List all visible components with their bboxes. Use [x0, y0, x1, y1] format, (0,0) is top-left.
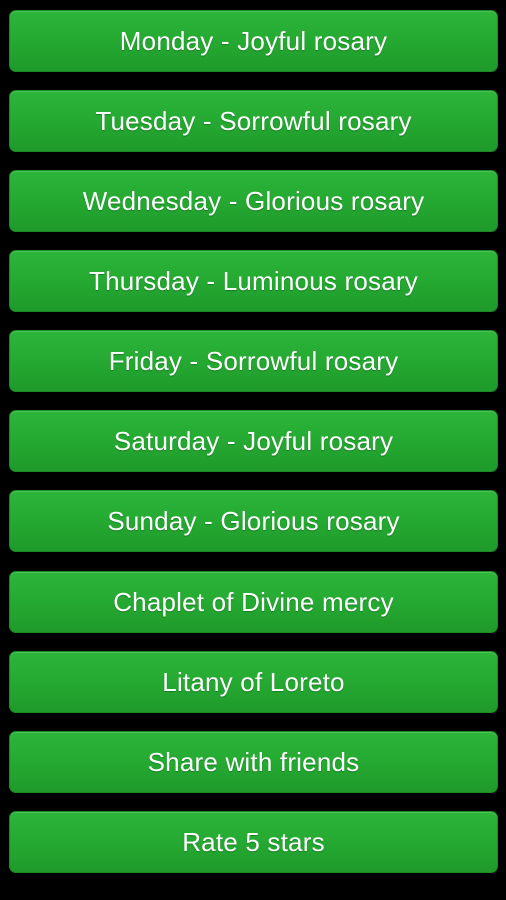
menu-button-label: Monday - Joyful rosary	[119, 25, 388, 56]
wednesday-glorious-rosary-button[interactable]: Wednesday - Glorious rosary	[9, 170, 498, 232]
menu-button-label: Thursday - Luminous rosary	[89, 265, 418, 296]
main-menu: Monday - Joyful rosary Tuesday - Sorrowf…	[0, 0, 506, 900]
menu-button-label: Sunday - Glorious rosary	[107, 505, 400, 536]
chaplet-of-divine-mercy-button[interactable]: Chaplet of Divine mercy	[9, 571, 498, 633]
share-with-friends-button[interactable]: Share with friends	[9, 731, 498, 793]
menu-button-label: Litany of Loreto	[162, 666, 345, 697]
litany-of-loreto-button[interactable]: Litany of Loreto	[9, 651, 498, 713]
menu-button-label: Friday - Sorrowful rosary	[108, 345, 399, 376]
menu-button-label: Tuesday - Sorrowful rosary	[95, 105, 412, 136]
menu-button-label: Chaplet of Divine mercy	[113, 586, 394, 617]
saturday-joyful-rosary-button[interactable]: Saturday - Joyful rosary	[9, 410, 498, 472]
menu-button-label: Share with friends	[147, 746, 360, 777]
thursday-luminous-rosary-button[interactable]: Thursday - Luminous rosary	[9, 250, 498, 312]
menu-button-label: Rate 5 stars	[182, 826, 325, 857]
monday-joyful-rosary-button[interactable]: Monday - Joyful rosary	[9, 10, 498, 72]
menu-button-label: Wednesday - Glorious rosary	[82, 185, 425, 216]
friday-sorrowful-rosary-button[interactable]: Friday - Sorrowful rosary	[9, 330, 498, 392]
sunday-glorious-rosary-button[interactable]: Sunday - Glorious rosary	[9, 490, 498, 552]
rate-5-stars-button[interactable]: Rate 5 stars	[9, 811, 498, 873]
menu-button-label: Saturday - Joyful rosary	[113, 425, 394, 456]
tuesday-sorrowful-rosary-button[interactable]: Tuesday - Sorrowful rosary	[9, 90, 498, 152]
